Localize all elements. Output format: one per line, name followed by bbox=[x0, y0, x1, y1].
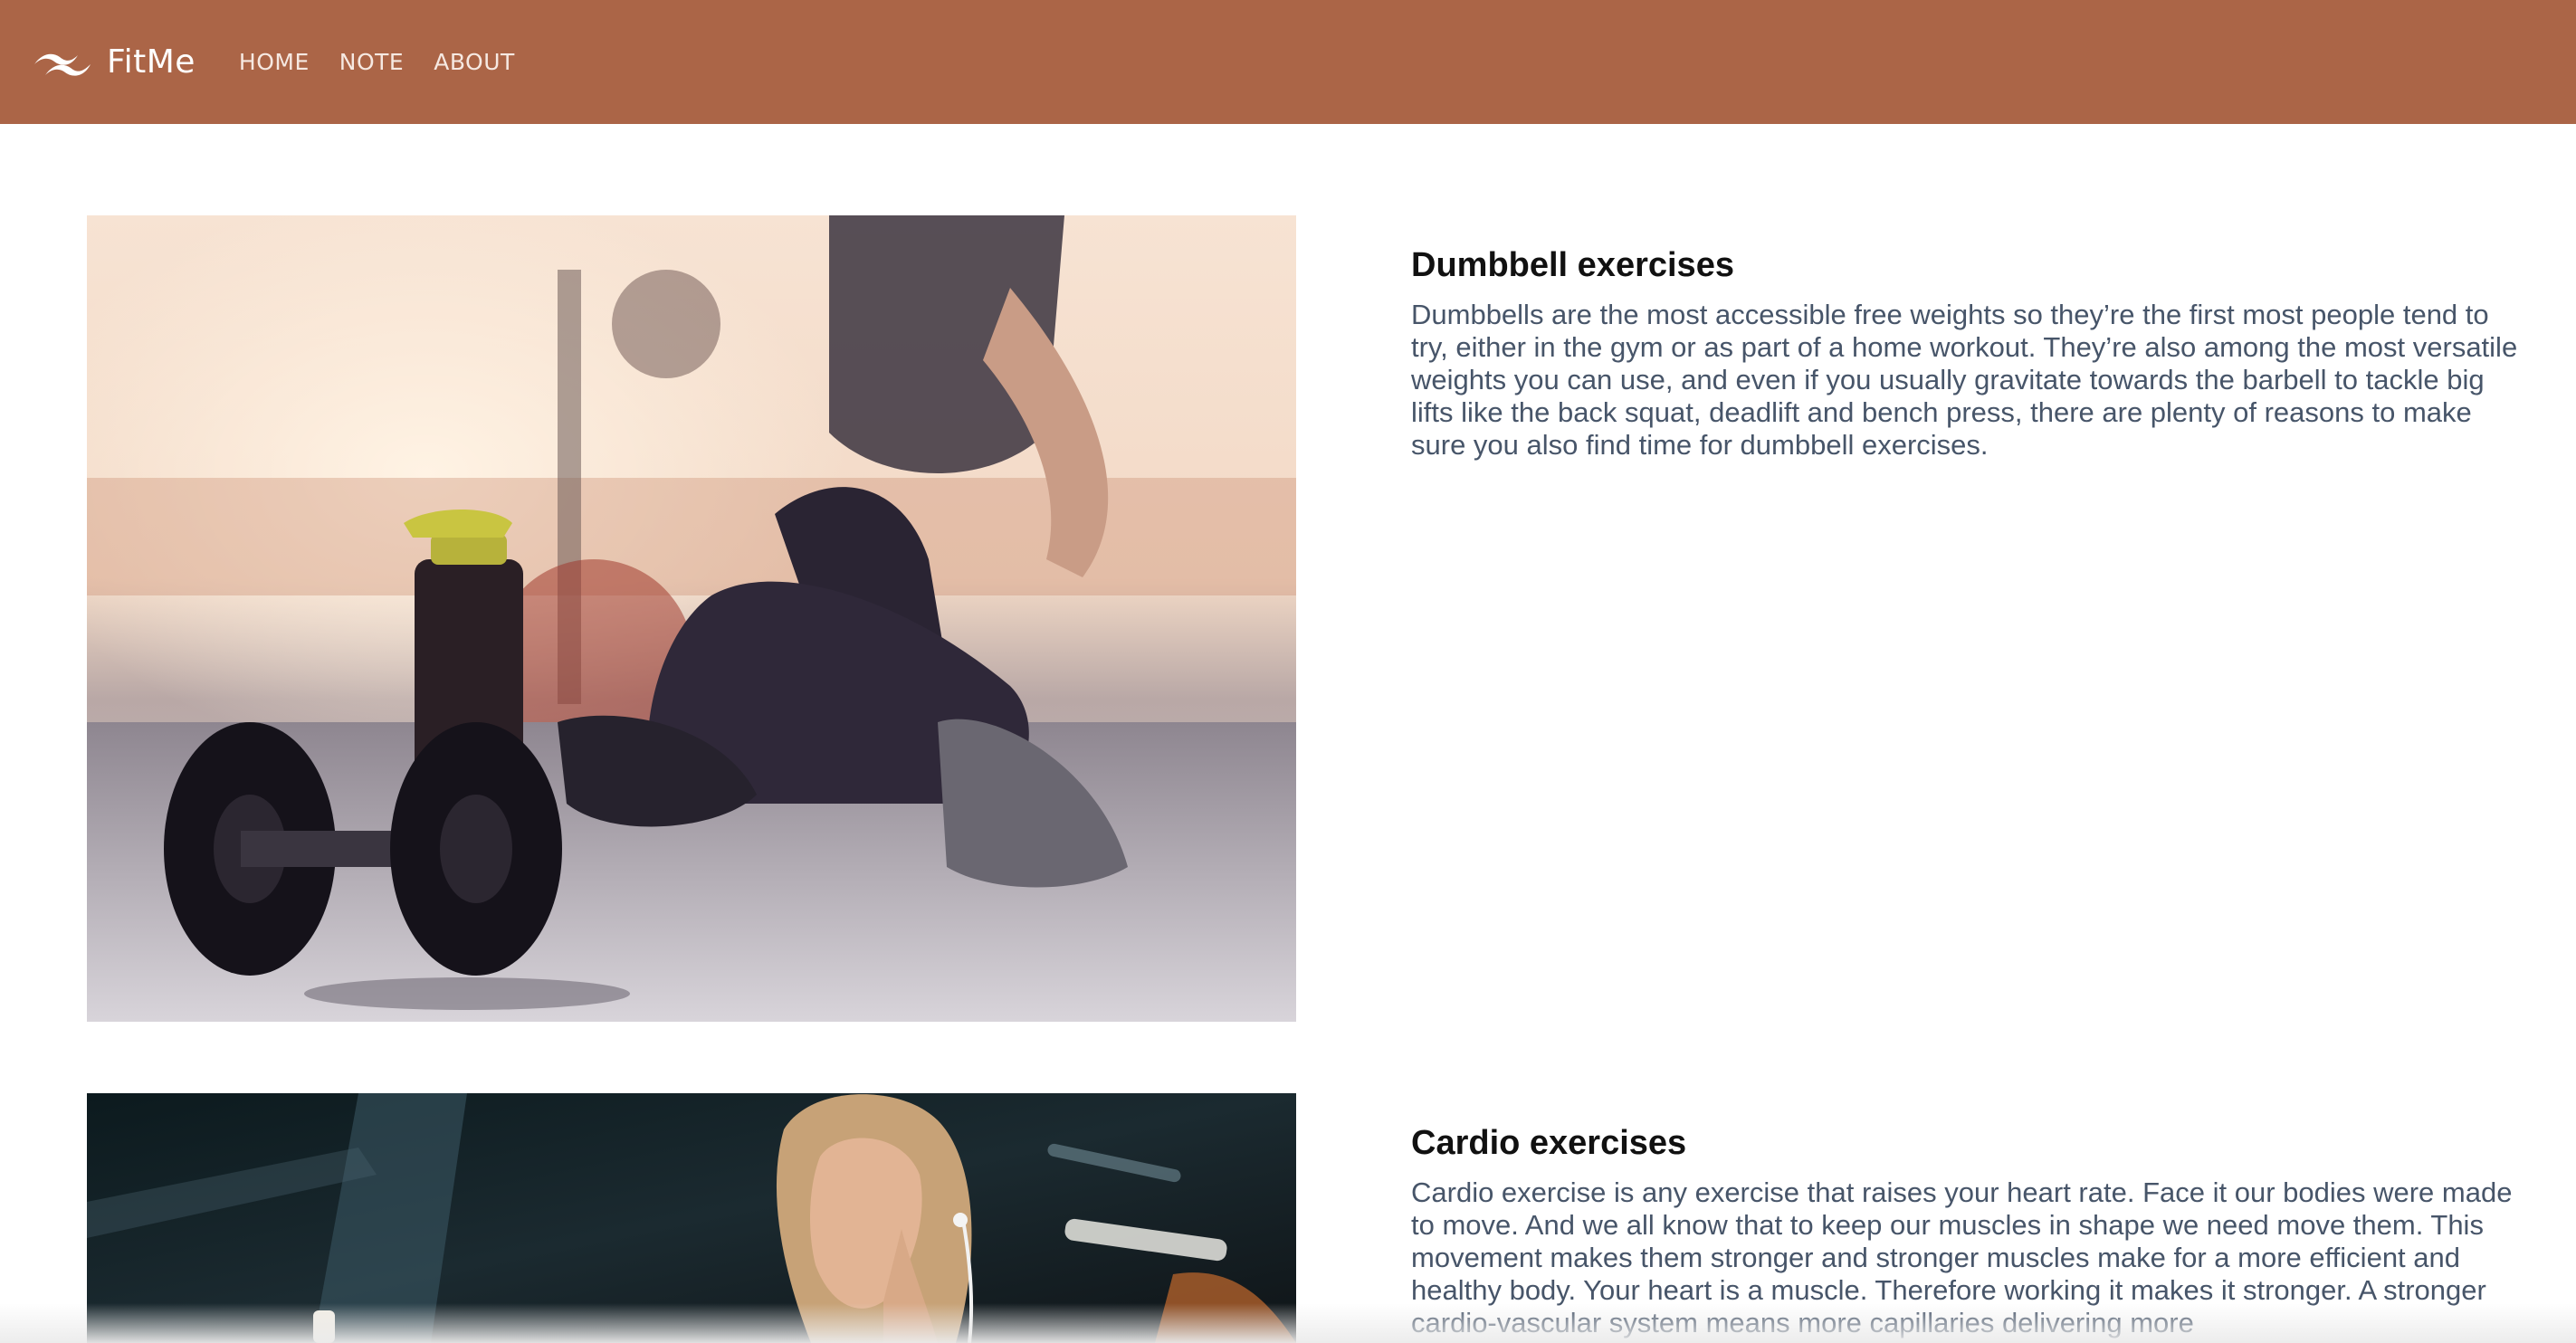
dumbbell-gym-illustration bbox=[87, 215, 1296, 1022]
card-title: Dumbbell exercises bbox=[1411, 246, 1734, 284]
card-body: Dumbbell exercises Dumbbells are the mos… bbox=[1411, 244, 2525, 462]
dumbbell-gym-photo bbox=[87, 215, 1296, 1022]
nav-links: HOME NOTE ABOUT bbox=[239, 49, 515, 75]
brand-link[interactable]: FitMe bbox=[33, 43, 196, 81]
brand-name: FitMe bbox=[107, 43, 196, 81]
top-navbar: FitMe HOME NOTE ABOUT bbox=[0, 0, 2576, 124]
nav-note-link[interactable]: NOTE bbox=[339, 49, 404, 75]
bottom-scroll-shadow bbox=[0, 1303, 2576, 1343]
nav-home-link[interactable]: HOME bbox=[239, 49, 310, 75]
nav-about-link[interactable]: ABOUT bbox=[434, 49, 515, 75]
card-title: Cardio exercises bbox=[1411, 1124, 1687, 1162]
exercise-card-dumbbell: Dumbbell exercises Dumbbells are the mos… bbox=[87, 215, 2525, 1022]
wave-logo-icon bbox=[34, 53, 91, 76]
card-description: Dumbbells are the most accessible free w… bbox=[1411, 299, 2518, 461]
